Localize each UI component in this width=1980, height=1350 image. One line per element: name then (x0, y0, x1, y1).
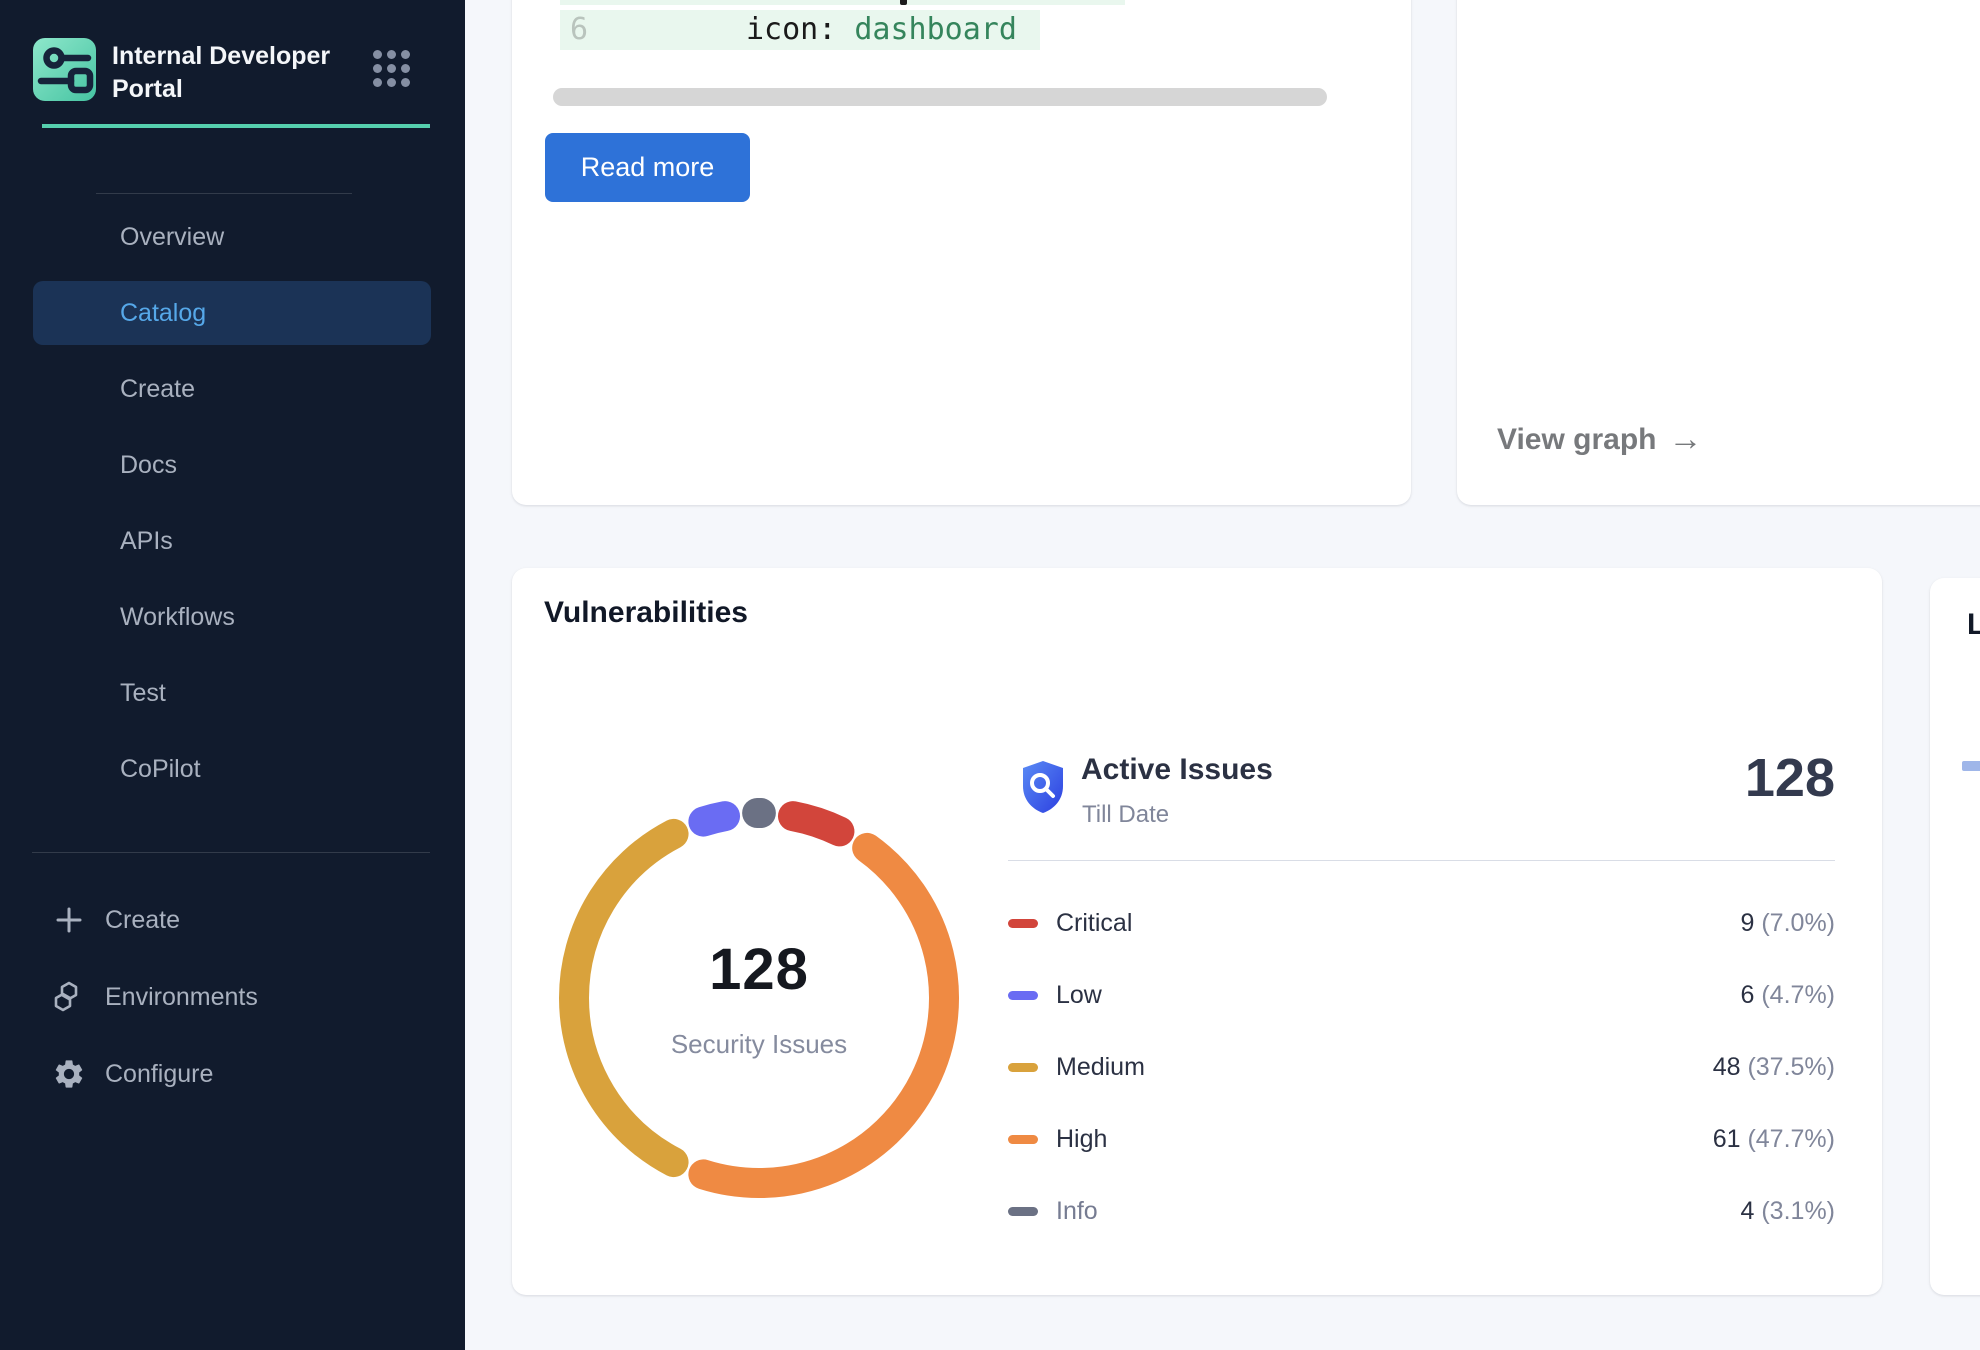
app-logo (33, 38, 96, 101)
code-value: dashboard (854, 12, 1017, 47)
right-card-title: L (1967, 608, 1980, 642)
sidebar-item-test[interactable]: Test (33, 661, 431, 725)
footer-divider (32, 852, 430, 853)
code-key: icon: (746, 12, 854, 47)
hexagons-icon (51, 979, 87, 1015)
legend-label: Low (1056, 981, 1102, 1010)
code-text: icon: dashboard (746, 10, 1017, 50)
legend-label: Medium (1056, 1053, 1145, 1082)
legend-value: 6 (4.7%) (1741, 981, 1836, 1010)
severity-legend: Critical 9 (7.0%) Low 6 (4.7%) Medium 48 (37.… (1008, 887, 1835, 1247)
legend-swatch (1008, 919, 1038, 928)
legend-label: Critical (1056, 909, 1132, 938)
sidebar-item-docs[interactable]: Docs (33, 433, 431, 497)
sidebar-item-overview[interactable]: Overview (33, 205, 431, 269)
legend-value: 4 (3.1%) (1741, 1197, 1836, 1226)
legend-value: 48 (37.5%) (1713, 1053, 1835, 1082)
sidebar-item-catalog[interactable]: Catalog (33, 281, 431, 345)
legend-row-high: High 61 (47.7%) (1008, 1103, 1835, 1175)
vulnerabilities-card: Vulnerabilities 128 Security Issues Acti… (512, 568, 1882, 1295)
gear-icon (51, 1056, 87, 1092)
legend-label: Info (1056, 1197, 1098, 1226)
read-more-button[interactable]: Read more (545, 133, 750, 202)
legend-value: 9 (7.0%) (1741, 909, 1836, 938)
active-issues-header: Active Issues Till Date 128 (1008, 753, 1835, 843)
legend-swatch (1008, 1207, 1038, 1216)
footer-item-create[interactable]: Create (0, 888, 465, 952)
issues-divider (1008, 860, 1835, 861)
sidebar: Internal Developer Portal Overview Catalo… (0, 0, 465, 1350)
footer-item-configure[interactable]: Configure (0, 1042, 465, 1106)
donut-segment-high[interactable] (703, 848, 944, 1183)
horizontal-scrollbar-thumb[interactable] (553, 88, 1327, 106)
catalog-info-card: 6 icon: dashboard Read more (512, 0, 1411, 505)
donut-segment-critical[interactable] (793, 816, 839, 831)
apps-grid-icon[interactable] (373, 50, 409, 86)
legend-row-critical: Critical 9 (7.0%) (1008, 887, 1835, 959)
code-cutoff-mark (900, 0, 907, 5)
vulnerabilities-title: Vulnerabilities (544, 596, 748, 630)
active-issues-total: 128 (1745, 747, 1835, 809)
active-issues-title: Active Issues (1081, 753, 1273, 787)
sidebar-item-create[interactable]: Create (33, 357, 431, 421)
arrow-right-icon: → (1669, 420, 1703, 459)
security-issues-donut-chart[interactable] (539, 778, 979, 1218)
legend-swatch (1008, 1135, 1038, 1144)
donut-segment-low[interactable] (703, 816, 725, 821)
right-card: L (1930, 578, 1980, 1295)
footer-item-label: Environments (105, 983, 258, 1012)
sidebar-item-workflows[interactable]: Workflows (33, 585, 431, 649)
code-line-number: 6 (570, 10, 588, 50)
app-title: Internal Developer Portal (112, 40, 342, 106)
legend-swatch (1008, 991, 1038, 1000)
active-issues-subtitle: Till Date (1082, 801, 1169, 829)
donut-segment-medium[interactable] (574, 834, 674, 1162)
legend-row-medium: Medium 48 (37.5%) (1008, 1031, 1835, 1103)
nav-divider (96, 193, 352, 194)
footer-item-label: Configure (105, 1060, 213, 1089)
view-graph-label: View graph (1497, 423, 1657, 457)
app-logo-icon (33, 38, 96, 101)
footer-item-environments[interactable]: Environments (0, 965, 465, 1029)
footer-item-label: Create (105, 906, 180, 935)
sidebar-item-apis[interactable]: APIs (33, 509, 431, 573)
view-graph-link[interactable]: View graph → (1497, 420, 1703, 459)
legend-row-info: Info 4 (3.1%) (1008, 1175, 1835, 1247)
legend-label: High (1056, 1125, 1107, 1154)
shield-search-icon (1020, 759, 1066, 820)
sidebar-accent-rule (42, 124, 430, 128)
legend-row-low: Low 6 (4.7%) (1008, 959, 1835, 1031)
sidebar-nav: Overview Catalog Create Docs APIs Workflows Te… (33, 205, 431, 813)
sidebar-item-copilot[interactable]: CoPilot (33, 737, 431, 801)
graph-card: View graph → (1457, 0, 1980, 505)
legend-value: 61 (47.7%) (1713, 1125, 1835, 1154)
right-card-bar (1962, 761, 1980, 771)
legend-swatch (1008, 1063, 1038, 1072)
plus-icon (51, 902, 87, 938)
sidebar-footer-nav: Create Environments Configure (0, 888, 465, 1119)
code-line-partial (560, 0, 1125, 5)
code-line-6: 6 icon: dashboard (560, 10, 1040, 50)
